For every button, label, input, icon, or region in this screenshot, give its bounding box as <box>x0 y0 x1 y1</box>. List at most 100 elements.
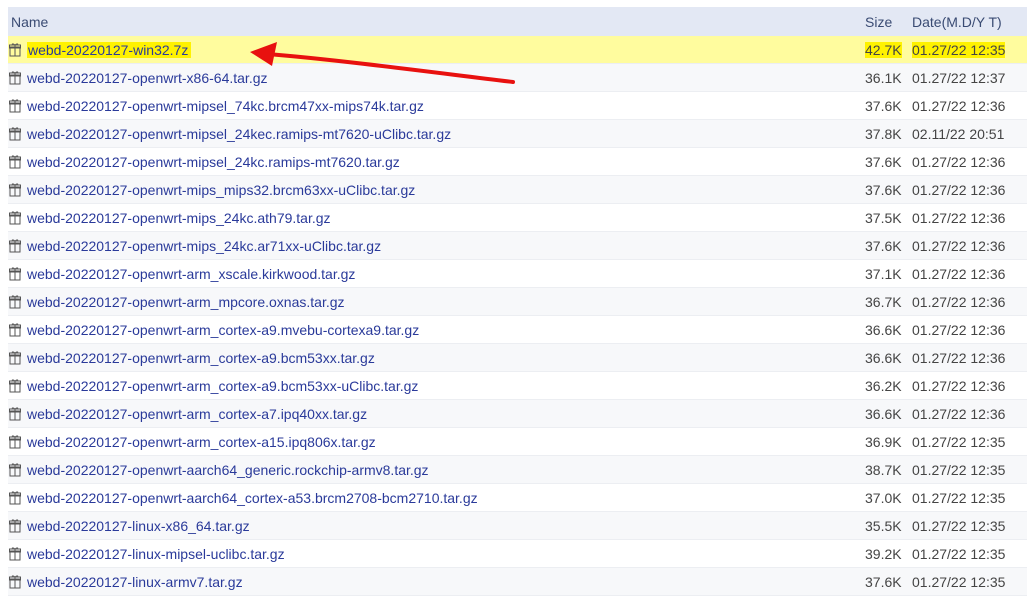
file-row[interactable]: webd-20220127-openwrt-mipsel_74kc.brcm47… <box>8 92 1027 120</box>
archive-file-icon <box>9 322 21 337</box>
file-link[interactable]: webd-20220127-win32.7z <box>27 41 192 58</box>
file-link[interactable]: webd-20220127-linux-armv7.tar.gz <box>27 574 243 590</box>
file-name-cell: webd-20220127-linux-mipsel-uclibc.tar.gz <box>8 546 865 562</box>
file-name-cell: webd-20220127-openwrt-aarch64_cortex-a53… <box>8 490 865 506</box>
file-date-cell: 01.27/22 12:37 <box>912 70 1027 86</box>
file-size-cell: 37.5K <box>865 210 912 226</box>
file-row[interactable]: webd-20220127-openwrt-mips_24kc.ar71xx-u… <box>8 232 1027 260</box>
file-size-cell: 36.6K <box>865 406 912 422</box>
file-link[interactable]: webd-20220127-openwrt-arm_cortex-a9.bcm5… <box>27 378 418 394</box>
file-link[interactable]: webd-20220127-openwrt-mipsel_24kec.ramip… <box>27 126 451 142</box>
file-date-cell: 01.27/22 12:36 <box>912 154 1027 170</box>
file-link[interactable]: webd-20220127-openwrt-mipsel_74kc.brcm47… <box>27 98 424 114</box>
file-date-cell: 01.27/22 12:35 <box>912 434 1027 450</box>
file-link[interactable]: webd-20220127-openwrt-arm_cortex-a9.mveb… <box>27 322 419 338</box>
file-link[interactable]: webd-20220127-openwrt-mips_24kc.ar71xx-u… <box>27 238 381 254</box>
file-link[interactable]: webd-20220127-openwrt-mipsel_24kc.ramips… <box>27 154 400 170</box>
file-date: 01.27/22 12:35 <box>912 517 1006 534</box>
file-link[interactable]: webd-20220127-openwrt-mips_24kc.ath79.ta… <box>27 210 331 226</box>
file-size: 36.6K <box>865 405 902 422</box>
file-date: 01.27/22 12:36 <box>912 153 1006 170</box>
file-row[interactable]: webd-20220127-openwrt-arm_xscale.kirkwoo… <box>8 260 1027 288</box>
file-row[interactable]: webd-20220127-openwrt-arm_mpcore.oxnas.t… <box>8 288 1027 316</box>
file-size: 36.7K <box>865 293 902 310</box>
column-header-size[interactable]: Size <box>865 14 912 30</box>
file-size: 37.6K <box>865 97 902 114</box>
file-row[interactable]: webd-20220127-linux-armv7.tar.gz 37.6K 01.… <box>8 568 1027 596</box>
file-date-cell: 01.27/22 12:35 <box>912 462 1027 478</box>
file-date-cell: 01.27/22 12:35 <box>912 490 1027 506</box>
column-header-date[interactable]: Date(M.D/Y T) <box>912 14 1027 30</box>
file-row[interactable]: webd-20220127-linux-x86_64.tar.gz 35.5K 01… <box>8 512 1027 540</box>
archive-file-icon <box>9 42 21 57</box>
file-row[interactable]: webd-20220127-openwrt-arm_cortex-a15.ipq… <box>8 428 1027 456</box>
file-size-cell: 37.6K <box>865 574 912 590</box>
archive-file-icon <box>9 210 21 225</box>
file-size-cell: 36.7K <box>865 294 912 310</box>
file-date-cell: 01.27/22 12:36 <box>912 210 1027 226</box>
file-size: 36.6K <box>865 321 902 338</box>
file-size: 35.5K <box>865 517 902 534</box>
file-date-cell: 01.27/22 12:35 <box>912 41 1027 58</box>
file-size: 37.6K <box>865 153 902 170</box>
file-row[interactable]: webd-20220127-openwrt-arm_cortex-a9.bcm5… <box>8 372 1027 400</box>
file-size: 36.2K <box>865 377 902 394</box>
archive-file-icon <box>9 238 21 253</box>
archive-file-icon <box>9 182 21 197</box>
file-link[interactable]: webd-20220127-openwrt-aarch64_cortex-a53… <box>27 490 478 506</box>
archive-file-icon <box>9 518 21 533</box>
file-date-cell: 01.27/22 12:36 <box>912 294 1027 310</box>
file-size: 37.0K <box>865 489 902 506</box>
file-link[interactable]: webd-20220127-linux-x86_64.tar.gz <box>27 518 250 534</box>
file-date: 01.27/22 12:35 <box>912 545 1006 562</box>
file-name-cell: webd-20220127-win32.7z <box>8 41 865 58</box>
file-link[interactable]: webd-20220127-openwrt-arm_xscale.kirkwoo… <box>27 266 355 282</box>
file-row[interactable]: webd-20220127-openwrt-arm_cortex-a9.mveb… <box>8 316 1027 344</box>
archive-file-icon <box>9 378 21 393</box>
file-link[interactable]: webd-20220127-openwrt-arm_mpcore.oxnas.t… <box>27 294 345 310</box>
file-size: 37.6K <box>865 573 902 590</box>
file-name-cell: webd-20220127-openwrt-mips_24kc.ath79.ta… <box>8 210 865 226</box>
file-date: 01.27/22 12:35 <box>912 489 1006 506</box>
archive-file-icon <box>9 154 21 169</box>
file-row[interactable]: webd-20220127-openwrt-mips_mips32.brcm63… <box>8 176 1027 204</box>
file-row[interactable]: webd-20220127-openwrt-aarch64_generic.ro… <box>8 456 1027 484</box>
file-date-cell: 01.27/22 12:36 <box>912 266 1027 282</box>
file-row[interactable]: webd-20220127-openwrt-mipsel_24kec.ramip… <box>8 120 1027 148</box>
archive-file-icon <box>9 294 21 309</box>
file-link[interactable]: webd-20220127-openwrt-x86-64.tar.gz <box>27 70 268 86</box>
file-row[interactable]: webd-20220127-win32.7z 42.7K 01.27/22 12:3… <box>8 36 1027 64</box>
file-size: 36.9K <box>865 433 902 450</box>
archive-file-icon <box>9 266 21 281</box>
file-size: 37.5K <box>865 209 902 226</box>
file-size-cell: 42.7K <box>865 41 912 58</box>
file-name-cell: webd-20220127-openwrt-mips_mips32.brcm63… <box>8 182 865 198</box>
file-row[interactable]: webd-20220127-openwrt-mipsel_24kc.ramips… <box>8 148 1027 176</box>
file-row[interactable]: webd-20220127-openwrt-aarch64_cortex-a53… <box>8 484 1027 512</box>
file-date-cell: 01.27/22 12:35 <box>912 518 1027 534</box>
listing-header: Name Size Date(M.D/Y T) <box>8 7 1027 36</box>
file-link[interactable]: webd-20220127-linux-mipsel-uclibc.tar.gz <box>27 546 285 562</box>
archive-file-icon <box>9 70 21 85</box>
file-link[interactable]: webd-20220127-openwrt-aarch64_generic.ro… <box>27 462 429 478</box>
file-row[interactable]: webd-20220127-openwrt-arm_cortex-a7.ipq4… <box>8 400 1027 428</box>
file-link[interactable]: webd-20220127-openwrt-arm_cortex-a9.bcm5… <box>27 350 375 366</box>
file-name-cell: webd-20220127-linux-x86_64.tar.gz <box>8 518 865 534</box>
file-name-cell: webd-20220127-openwrt-arm_cortex-a9.mveb… <box>8 322 865 338</box>
file-date: 01.27/22 12:36 <box>912 209 1006 226</box>
file-name-cell: webd-20220127-openwrt-arm_xscale.kirkwoo… <box>8 266 865 282</box>
file-name-cell: webd-20220127-linux-armv7.tar.gz <box>8 574 865 590</box>
file-row[interactable]: webd-20220127-openwrt-x86-64.tar.gz 36.1K… <box>8 64 1027 92</box>
file-link[interactable]: webd-20220127-openwrt-arm_cortex-a15.ipq… <box>27 434 376 450</box>
file-row[interactable]: webd-20220127-openwrt-mips_24kc.ath79.ta… <box>8 204 1027 232</box>
file-row[interactable]: webd-20220127-linux-mipsel-uclibc.tar.gz… <box>8 540 1027 568</box>
file-name-cell: webd-20220127-openwrt-arm_cortex-a15.ipq… <box>8 434 865 450</box>
column-header-name[interactable]: Name <box>8 14 865 30</box>
file-link[interactable]: webd-20220127-openwrt-mips_mips32.brcm63… <box>27 182 415 198</box>
archive-file-icon <box>9 546 21 561</box>
file-size-cell: 37.1K <box>865 266 912 282</box>
file-row[interactable]: webd-20220127-openwrt-arm_cortex-a9.bcm5… <box>8 344 1027 372</box>
file-date-cell: 01.27/22 12:36 <box>912 238 1027 254</box>
file-link[interactable]: webd-20220127-openwrt-arm_cortex-a7.ipq4… <box>27 406 367 422</box>
file-name-cell: webd-20220127-openwrt-arm_cortex-a9.bcm5… <box>8 350 865 366</box>
